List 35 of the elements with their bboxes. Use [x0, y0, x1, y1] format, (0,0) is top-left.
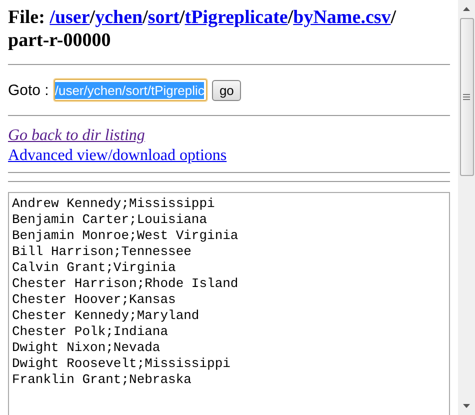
file-line: Benjamin Monroe;West Virginia	[12, 228, 240, 244]
path-text: /	[288, 6, 294, 29]
path-text: /	[390, 6, 396, 29]
file-line: Andrew Kennedy;Mississippi	[12, 196, 216, 212]
file-line: Chester Harrison;Rhode Island	[12, 276, 240, 292]
path-link[interactable]: /user	[50, 7, 90, 28]
file-contents-area[interactable]	[8, 192, 450, 415]
path-text: /	[90, 6, 96, 29]
file-line: Calvin Grant;Virginia	[12, 260, 177, 276]
path-link[interactable]: ychen	[95, 7, 143, 28]
grip-icon	[463, 94, 470, 100]
scrollbar[interactable]	[458, 0, 475, 415]
scroll-down-icon[interactable]	[463, 404, 470, 408]
path-text: 00000	[63, 29, 111, 52]
path-text: /	[180, 6, 185, 29]
path-link[interactable]: byName.csv	[293, 7, 391, 28]
nav-link[interactable]: Advanced view/download options	[8, 146, 227, 166]
file-line: Chester Polk;Indiana	[12, 324, 170, 340]
scroll-up-icon[interactable]	[463, 7, 470, 11]
file-line: Franklin Grant;Nebraska	[12, 372, 192, 388]
file-line: Chester Hoover;Kansas	[12, 292, 177, 308]
file-line: Dwight Roosevelt;Mississippi	[12, 356, 232, 372]
nav-link[interactable]: Go back to dir listing	[8, 126, 145, 146]
file-line: Benjamin Carter;Louisiana	[12, 212, 208, 228]
go-button[interactable]: go	[212, 80, 241, 100]
scroll-thumb[interactable]	[460, 18, 474, 176]
heading-label: File:	[8, 7, 45, 28]
file-line: Dwight Nixon;Nevada	[12, 340, 162, 356]
file-line: Chester Kennedy;Maryland	[12, 308, 200, 324]
goto-label: Goto :	[8, 82, 49, 98]
path-text: /	[142, 6, 148, 29]
path-link[interactable]: tPigreplicate	[184, 7, 288, 28]
path-link[interactable]: sort	[148, 7, 180, 28]
path-text: part-r-	[8, 29, 64, 52]
file-line: Bill Harrison;Tennessee	[12, 244, 192, 260]
